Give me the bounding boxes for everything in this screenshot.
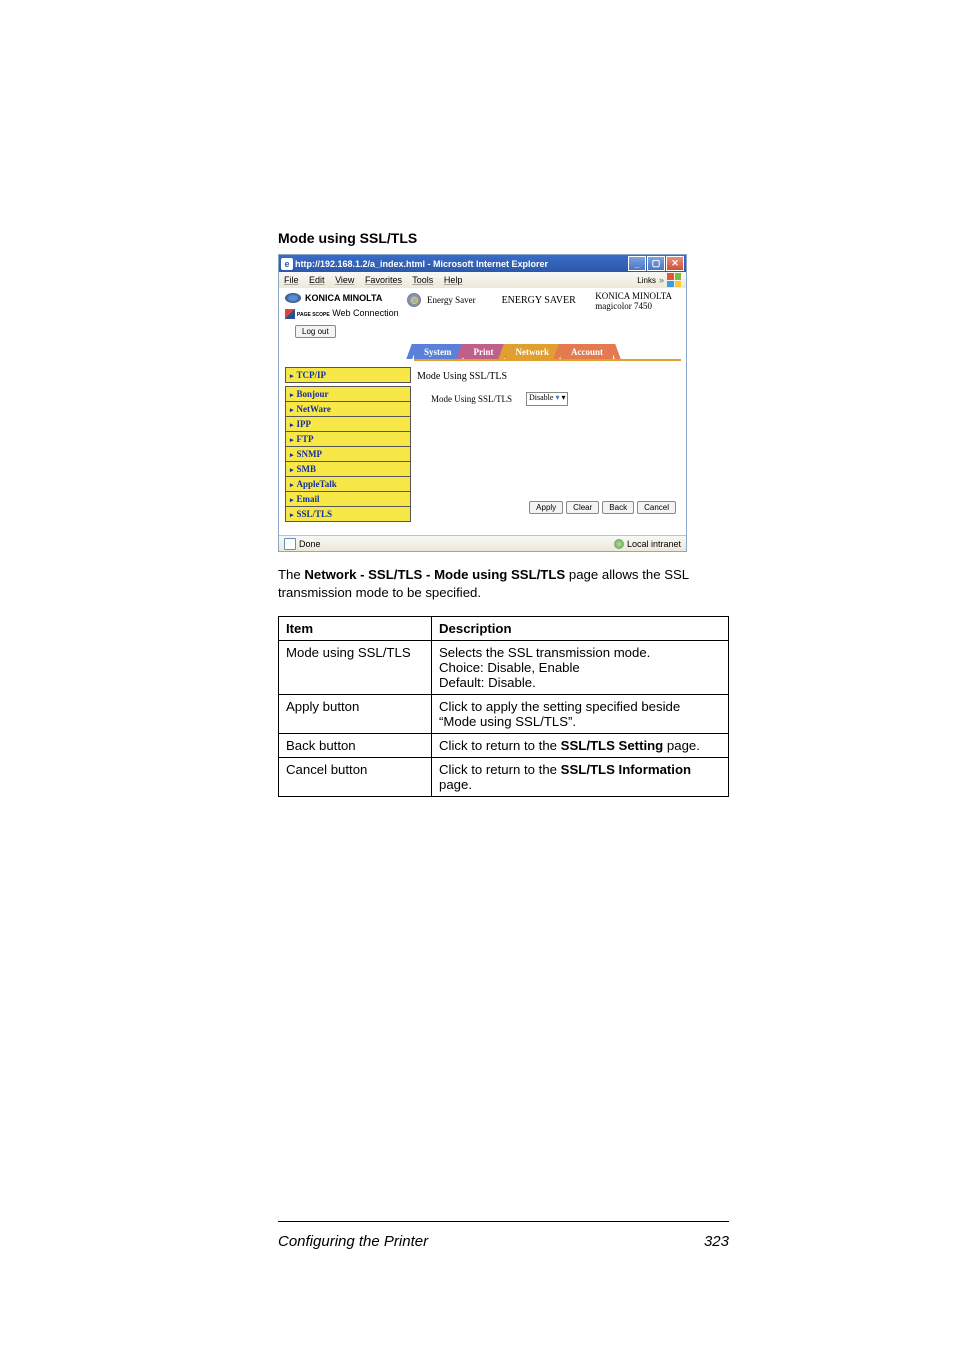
menu-view[interactable]: View <box>335 275 354 285</box>
statusbar: Done Local intranet <box>279 535 686 551</box>
table-row: Back button Click to return to the SSL/T… <box>279 733 729 757</box>
menubar-items: File Edit View Favorites Tools Help <box>284 275 470 285</box>
menu-tools[interactable]: Tools <box>412 275 433 285</box>
clear-button[interactable]: Clear <box>566 501 599 514</box>
tab-network[interactable]: Network <box>506 344 560 359</box>
tab-underline <box>414 359 681 361</box>
sidebar-item-snmp[interactable]: SNMP <box>286 447 410 462</box>
apply-button[interactable]: Apply <box>529 501 563 514</box>
footer-rule <box>278 1221 729 1222</box>
tab-account[interactable]: Account <box>561 344 613 359</box>
window-title: http://192.168.1.2/a_index.html - Micros… <box>295 259 548 269</box>
footer-title: Configuring the Printer <box>278 1233 428 1250</box>
menu-edit[interactable]: Edit <box>309 275 325 285</box>
brand-text: KONICA MINOLTA <box>305 293 382 303</box>
mode-select[interactable]: Disable ▾ <box>526 392 568 406</box>
table-cell-item: Apply button <box>279 694 432 733</box>
table-header-desc: Description <box>432 616 729 640</box>
windows-logo-icon <box>667 273 681 287</box>
pagescope-text: PAGE SCOPE Web Connection <box>297 310 399 318</box>
logout-button[interactable]: Log out <box>295 325 336 338</box>
sidebar-item-smb[interactable]: SMB <box>286 462 410 477</box>
table-cell-item: Back button <box>279 733 432 757</box>
energy-label: Energy Saver <box>427 295 476 305</box>
close-icon[interactable]: ✕ <box>666 256 684 271</box>
table-row: Apply button Click to apply the setting … <box>279 694 729 733</box>
sidebar-item-ipp[interactable]: IPP <box>286 417 410 432</box>
menubar: File Edit View Favorites Tools Help Link… <box>279 272 686 289</box>
ie-icon: e <box>281 258 293 270</box>
pane-field-label: Mode Using SSL/TLS <box>431 394 512 404</box>
table-header-item: Item <box>279 616 432 640</box>
table-cell-item: Cancel button <box>279 757 432 796</box>
table-row: Mode using SSL/TLS Selects the SSL trans… <box>279 640 729 694</box>
sidebar-item-netware[interactable]: NetWare <box>286 402 410 417</box>
device-model: magicolor 7450 <box>595 301 672 311</box>
links-arrow-icon: » <box>659 275 664 285</box>
menu-favorites[interactable]: Favorites <box>365 275 402 285</box>
device-brand: KONICA MINOLTA <box>595 291 672 301</box>
zone-text: Local intranet <box>627 539 681 549</box>
back-button[interactable]: Back <box>602 501 634 514</box>
menu-help[interactable]: Help <box>444 275 463 285</box>
sidebar-item-bonjour[interactable]: Bonjour <box>286 387 410 402</box>
tab-print[interactable]: Print <box>464 344 504 359</box>
sidebar-item-email[interactable]: Email <box>286 492 410 507</box>
konica-logo-icon <box>285 293 301 303</box>
window-titlebar: e http://192.168.1.2/a_index.html - Micr… <box>279 255 686 272</box>
tab-system[interactable]: System <box>414 344 462 359</box>
screenshot-embed: e http://192.168.1.2/a_index.html - Micr… <box>278 254 687 552</box>
links-label[interactable]: Links <box>637 276 656 285</box>
section-heading: Mode using SSL/TLS <box>278 230 729 246</box>
pane-title: Mode Using SSL/TLS <box>417 371 680 382</box>
sidebar: TCP/IP Bonjour NetWare IPP FTP SNMP SMB … <box>279 367 411 525</box>
table-cell-desc: Click to apply the setting specified bes… <box>432 694 729 733</box>
table-cell-desc: Selects the SSL transmission mode. Choic… <box>432 640 729 694</box>
table-cell-item: Mode using SSL/TLS <box>279 640 432 694</box>
maximize-icon[interactable]: ▢ <box>647 256 665 271</box>
pagescope-icon <box>285 309 295 319</box>
page-number: 323 <box>704 1233 729 1250</box>
zone-icon <box>614 539 624 549</box>
intro-paragraph: The Network - SSL/TLS - Mode using SSL/T… <box>278 566 729 602</box>
sidebar-item-appletalk[interactable]: AppleTalk <box>286 477 410 492</box>
energy-saver-icon <box>407 293 421 307</box>
table-row: Cancel button Click to return to the SSL… <box>279 757 729 796</box>
cancel-button[interactable]: Cancel <box>637 501 676 514</box>
table-cell-desc: Click to return to the SSL/TLS Informati… <box>432 757 729 796</box>
status-text: Done <box>299 539 321 549</box>
sidebar-item-tcpip[interactable]: TCP/IP <box>286 368 410 382</box>
description-table: Item Description Mode using SSL/TLS Sele… <box>278 616 729 797</box>
page-icon <box>284 538 296 550</box>
sidebar-item-ftp[interactable]: FTP <box>286 432 410 447</box>
table-cell-desc: Click to return to the SSL/TLS Setting p… <box>432 733 729 757</box>
menu-file[interactable]: File <box>284 275 299 285</box>
energy-status: ENERGY SAVER <box>502 295 576 306</box>
sidebar-item-ssltls[interactable]: SSL/TLS <box>286 507 410 521</box>
minimize-icon[interactable]: _ <box>628 256 646 271</box>
